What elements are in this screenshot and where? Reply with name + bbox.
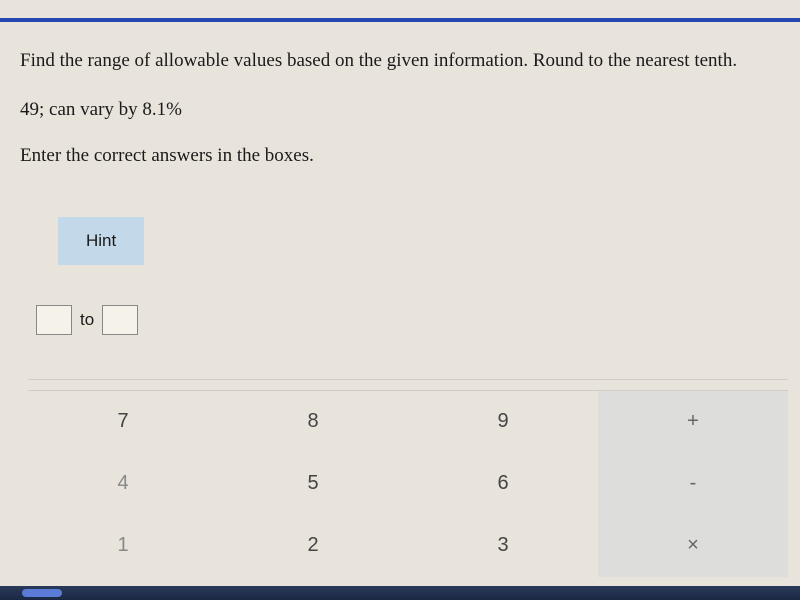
keypad-key-6[interactable]: 6 [408,453,598,515]
taskbar [0,586,800,600]
keypad-key-minus[interactable]: - [598,453,788,515]
keypad-row-2: 1 2 3 × [28,515,788,577]
keypad-key-2[interactable]: 2 [218,515,408,577]
question-instruction: Enter the correct answers in the boxes. [20,145,780,167]
hint-button[interactable]: Hint [58,217,144,265]
keypad-key-9[interactable]: 9 [408,391,598,453]
question-main: Find the range of allowable values based… [20,48,780,75]
keypad-key-multiply[interactable]: × [598,515,788,577]
keypad-row-0: 7 8 9 + [28,391,788,453]
keypad-key-8[interactable]: 8 [218,391,408,453]
question-sub: 49; can vary by 8.1% [20,99,780,121]
keypad: 7 8 9 + 4 5 6 - 1 2 3 × [28,379,788,577]
keypad-key-1[interactable]: 1 [28,515,218,577]
answer-row: to [36,305,780,335]
answer-input-upper[interactable] [102,305,138,335]
keypad-key-3[interactable]: 3 [408,515,598,577]
to-label: to [80,310,94,330]
keypad-key-plus[interactable]: + [598,391,788,453]
answer-input-lower[interactable] [36,305,72,335]
keypad-key-5[interactable]: 5 [218,453,408,515]
keypad-key-4[interactable]: 4 [28,453,218,515]
content-area: Find the range of allowable values based… [0,0,800,577]
keypad-key-7[interactable]: 7 [28,391,218,453]
keypad-row-1: 4 5 6 - [28,453,788,515]
top-accent-border [0,18,800,22]
